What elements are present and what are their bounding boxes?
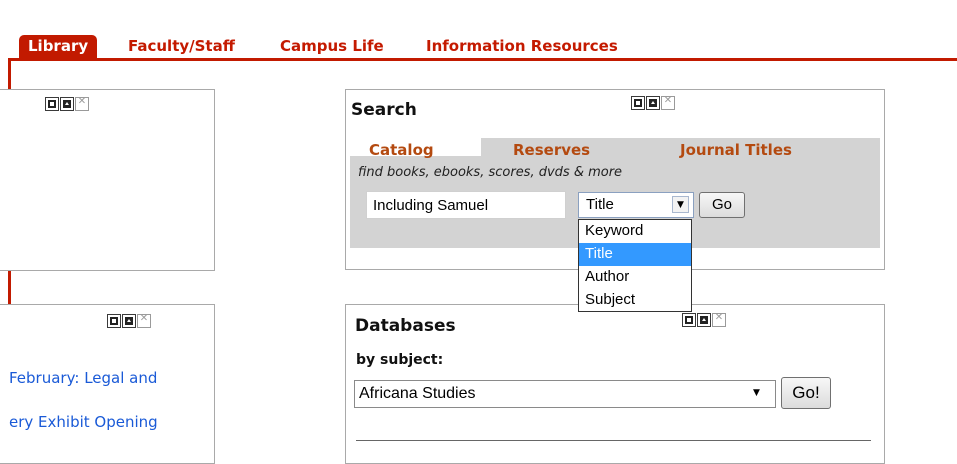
portlet-controls — [107, 313, 151, 328]
databases-title: Databases — [355, 316, 456, 336]
tab-journal-titles[interactable]: Journal Titles — [680, 141, 792, 159]
chevron-down-icon[interactable]: ▼ — [672, 196, 689, 213]
dropdown-option-subject[interactable]: Subject — [579, 289, 691, 312]
search-title: Search — [351, 100, 417, 120]
close-icon[interactable] — [137, 313, 151, 328]
move-to-top-icon[interactable] — [697, 313, 711, 327]
subject-selected: Africana Studies — [359, 385, 476, 402]
search-hint: find books, ebooks, scores, dvds & more — [358, 165, 623, 180]
news-link[interactable]: ery Exhibit Opening — [9, 413, 158, 431]
tab-catalog[interactable]: Catalog — [369, 141, 434, 159]
databases-go-button[interactable]: Go! — [781, 377, 831, 409]
search-field-selected: Title — [586, 196, 614, 213]
portlet-top-left — [0, 89, 215, 271]
subject-select[interactable]: Africana Studies — [354, 380, 776, 408]
close-icon[interactable] — [661, 95, 675, 110]
divider — [356, 440, 871, 441]
dropdown-option-title[interactable]: Title — [579, 243, 691, 266]
minimize-icon[interactable] — [107, 314, 121, 328]
portlet-controls — [45, 96, 89, 111]
search-go-button[interactable]: Go — [699, 192, 745, 218]
move-to-top-icon[interactable] — [122, 314, 136, 328]
tab-reserves[interactable]: Reserves — [513, 141, 590, 159]
portlet-news: February: Legal and ery Exhibit Opening — [0, 304, 215, 464]
by-subject-label: by subject: — [356, 352, 444, 368]
move-to-top-icon[interactable] — [60, 97, 74, 111]
portlet-databases: Databases by subject: Africana Studies ▼… — [345, 304, 885, 464]
portlet-controls — [631, 95, 675, 110]
minimize-icon[interactable] — [631, 96, 645, 110]
minimize-icon[interactable] — [45, 97, 59, 111]
dropdown-option-keyword[interactable]: Keyword — [579, 220, 691, 243]
search-field-dropdown[interactable]: Keyword Title Author Subject — [578, 219, 692, 312]
portlet-controls — [682, 312, 726, 327]
nav-divider — [10, 58, 957, 61]
close-icon[interactable] — [712, 312, 726, 327]
news-link[interactable]: February: Legal and — [9, 369, 157, 387]
close-icon[interactable] — [75, 96, 89, 111]
move-to-top-icon[interactable] — [646, 96, 660, 110]
dropdown-option-author[interactable]: Author — [579, 266, 691, 289]
chevron-down-icon[interactable]: ▼ — [753, 388, 760, 398]
search-input[interactable] — [366, 191, 566, 219]
minimize-icon[interactable] — [682, 313, 696, 327]
